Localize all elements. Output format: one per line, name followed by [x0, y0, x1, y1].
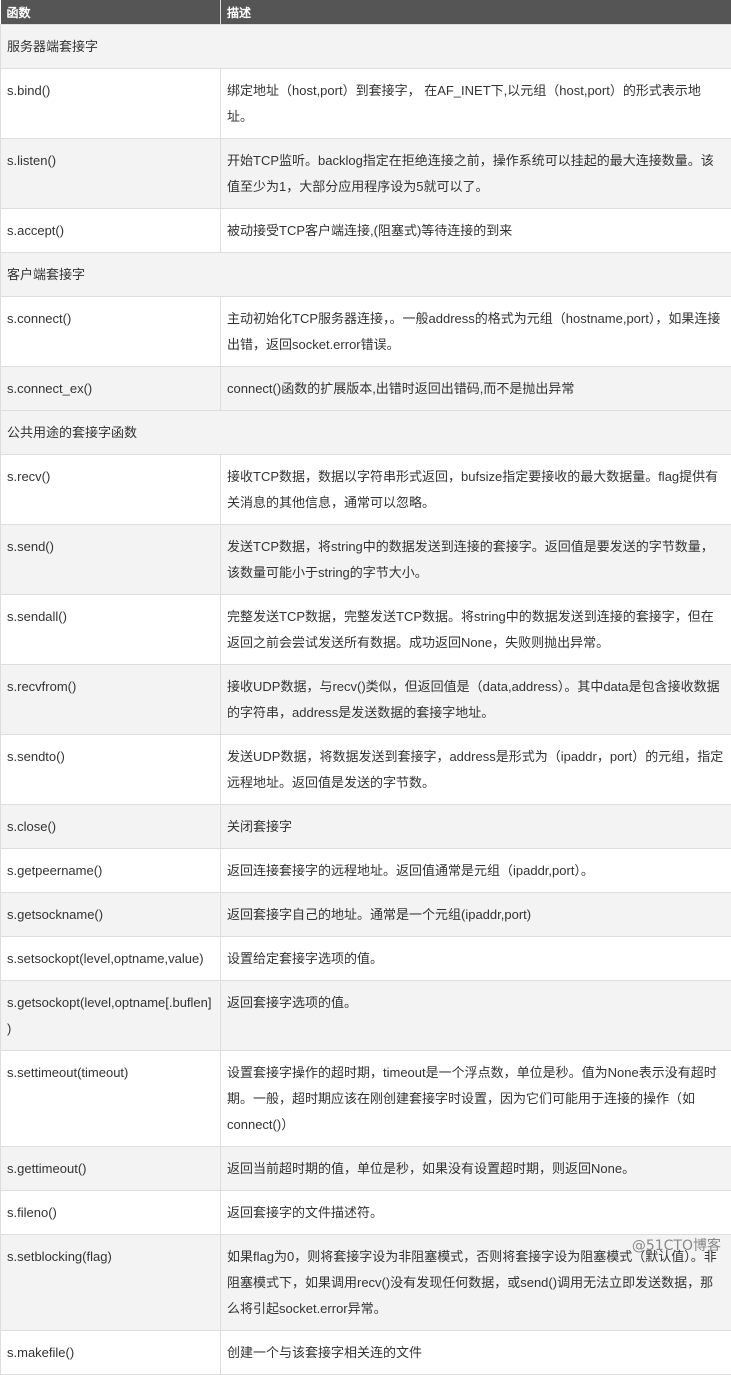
function-name: s.sendall()	[1, 595, 221, 665]
table-row: s.send() 发送TCP数据，将string中的数据发送到连接的套接字。返回…	[1, 525, 731, 595]
table-row: s.connect_ex() connect()函数的扩展版本,出错时返回出错码…	[1, 367, 731, 411]
function-description: 返回当前超时期的值，单位是秒，如果没有设置超时期，则返回None。	[221, 1147, 731, 1191]
function-name: s.listen()	[1, 139, 221, 209]
section-title: 服务器端套接字	[1, 25, 731, 69]
function-description: 关闭套接字	[221, 805, 731, 849]
function-name: s.connect()	[1, 297, 221, 367]
table-row: s.gettimeout() 返回当前超时期的值，单位是秒，如果没有设置超时期，…	[1, 1147, 731, 1191]
function-name: s.getsockname()	[1, 893, 221, 937]
section-row-client: 客户端套接字	[1, 253, 731, 297]
function-description: 接收TCP数据，数据以字符串形式返回，bufsize指定要接收的最大数据量。fl…	[221, 455, 731, 525]
table-row: s.fileno() 返回套接字的文件描述符。	[1, 1191, 731, 1235]
table-row: s.getsockname() 返回套接字自己的地址。通常是一个元组(ipadd…	[1, 893, 731, 937]
function-name: s.gettimeout()	[1, 1147, 221, 1191]
table-row: s.setsockopt(level,optname,value) 设置给定套接…	[1, 937, 731, 981]
function-name: s.connect_ex()	[1, 367, 221, 411]
table-row: s.bind() 绑定地址（host,port）到套接字， 在AF_INET下,…	[1, 69, 731, 139]
function-description: 被动接受TCP客户端连接,(阻塞式)等待连接的到来	[221, 209, 731, 253]
function-name: s.recv()	[1, 455, 221, 525]
column-header-function: 函数	[1, 0, 221, 25]
table-row: s.listen() 开始TCP监听。backlog指定在拒绝连接之前，操作系统…	[1, 139, 731, 209]
function-description: 主动初始化TCP服务器连接，。一般address的格式为元组（hostname,…	[221, 297, 731, 367]
function-name: s.sendto()	[1, 735, 221, 805]
section-row-common: 公共用途的套接字函数	[1, 411, 731, 455]
function-description: 发送UDP数据，将数据发送到套接字，address是形式为（ipaddr，por…	[221, 735, 731, 805]
table-header-row: 函数 描述	[1, 0, 731, 25]
table-row: s.recv() 接收TCP数据，数据以字符串形式返回，bufsize指定要接收…	[1, 455, 731, 525]
function-name: s.recvfrom()	[1, 665, 221, 735]
column-header-description: 描述	[221, 0, 731, 25]
function-description: 发送TCP数据，将string中的数据发送到连接的套接字。返回值是要发送的字节数…	[221, 525, 731, 595]
function-description: 返回连接套接字的远程地址。返回值通常是元组（ipaddr,port）。	[221, 849, 731, 893]
function-description: 开始TCP监听。backlog指定在拒绝连接之前，操作系统可以挂起的最大连接数量…	[221, 139, 731, 209]
function-name: s.setblocking(flag)	[1, 1235, 221, 1331]
function-name: s.getpeername()	[1, 849, 221, 893]
function-name: s.getsockopt(level,optname[.buflen])	[1, 981, 221, 1051]
function-name: s.bind()	[1, 69, 221, 139]
table-row: s.setblocking(flag) 如果flag为0，则将套接字设为非阻塞模…	[1, 1235, 731, 1331]
function-description: 绑定地址（host,port）到套接字， 在AF_INET下,以元组（host,…	[221, 69, 731, 139]
table-row: s.accept() 被动接受TCP客户端连接,(阻塞式)等待连接的到来	[1, 209, 731, 253]
function-description: 设置给定套接字选项的值。	[221, 937, 731, 981]
function-description: 设置套接字操作的超时期，timeout是一个浮点数，单位是秒。值为None表示没…	[221, 1051, 731, 1147]
function-description: 接收UDP数据，与recv()类似，但返回值是（data,address）。其中…	[221, 665, 731, 735]
function-name: s.accept()	[1, 209, 221, 253]
section-row-server: 服务器端套接字	[1, 25, 731, 69]
function-description: connect()函数的扩展版本,出错时返回出错码,而不是抛出异常	[221, 367, 731, 411]
table-row: s.getsockopt(level,optname[.buflen]) 返回套…	[1, 981, 731, 1051]
function-name: s.settimeout(timeout)	[1, 1051, 221, 1147]
table-row: s.getpeername() 返回连接套接字的远程地址。返回值通常是元组（ip…	[1, 849, 731, 893]
table-row: s.close() 关闭套接字	[1, 805, 731, 849]
table-row: s.settimeout(timeout) 设置套接字操作的超时期，timeou…	[1, 1051, 731, 1147]
table-row: s.makefile() 创建一个与该套接字相关连的文件	[1, 1331, 731, 1375]
section-title: 客户端套接字	[1, 253, 731, 297]
table-row: s.connect() 主动初始化TCP服务器连接，。一般address的格式为…	[1, 297, 731, 367]
function-description: 创建一个与该套接字相关连的文件	[221, 1331, 731, 1375]
section-title: 公共用途的套接字函数	[1, 411, 731, 455]
function-description: 完整发送TCP数据，完整发送TCP数据。将string中的数据发送到连接的套接字…	[221, 595, 731, 665]
table-row: s.recvfrom() 接收UDP数据，与recv()类似，但返回值是（dat…	[1, 665, 731, 735]
function-name: s.fileno()	[1, 1191, 221, 1235]
table-row: s.sendto() 发送UDP数据，将数据发送到套接字，address是形式为…	[1, 735, 731, 805]
watermark: @51CTO博客	[632, 1235, 721, 1255]
function-description: 返回套接字的文件描述符。	[221, 1191, 731, 1235]
function-name: s.send()	[1, 525, 221, 595]
function-name: s.makefile()	[1, 1331, 221, 1375]
function-name: s.setsockopt(level,optname,value)	[1, 937, 221, 981]
table-row: s.sendall() 完整发送TCP数据，完整发送TCP数据。将string中…	[1, 595, 731, 665]
function-description: 返回套接字选项的值。	[221, 981, 731, 1051]
function-name: s.close()	[1, 805, 221, 849]
socket-functions-table: 函数 描述 服务器端套接字 s.bind() 绑定地址（host,port）到套…	[0, 0, 731, 1375]
function-description: 返回套接字自己的地址。通常是一个元组(ipaddr,port)	[221, 893, 731, 937]
